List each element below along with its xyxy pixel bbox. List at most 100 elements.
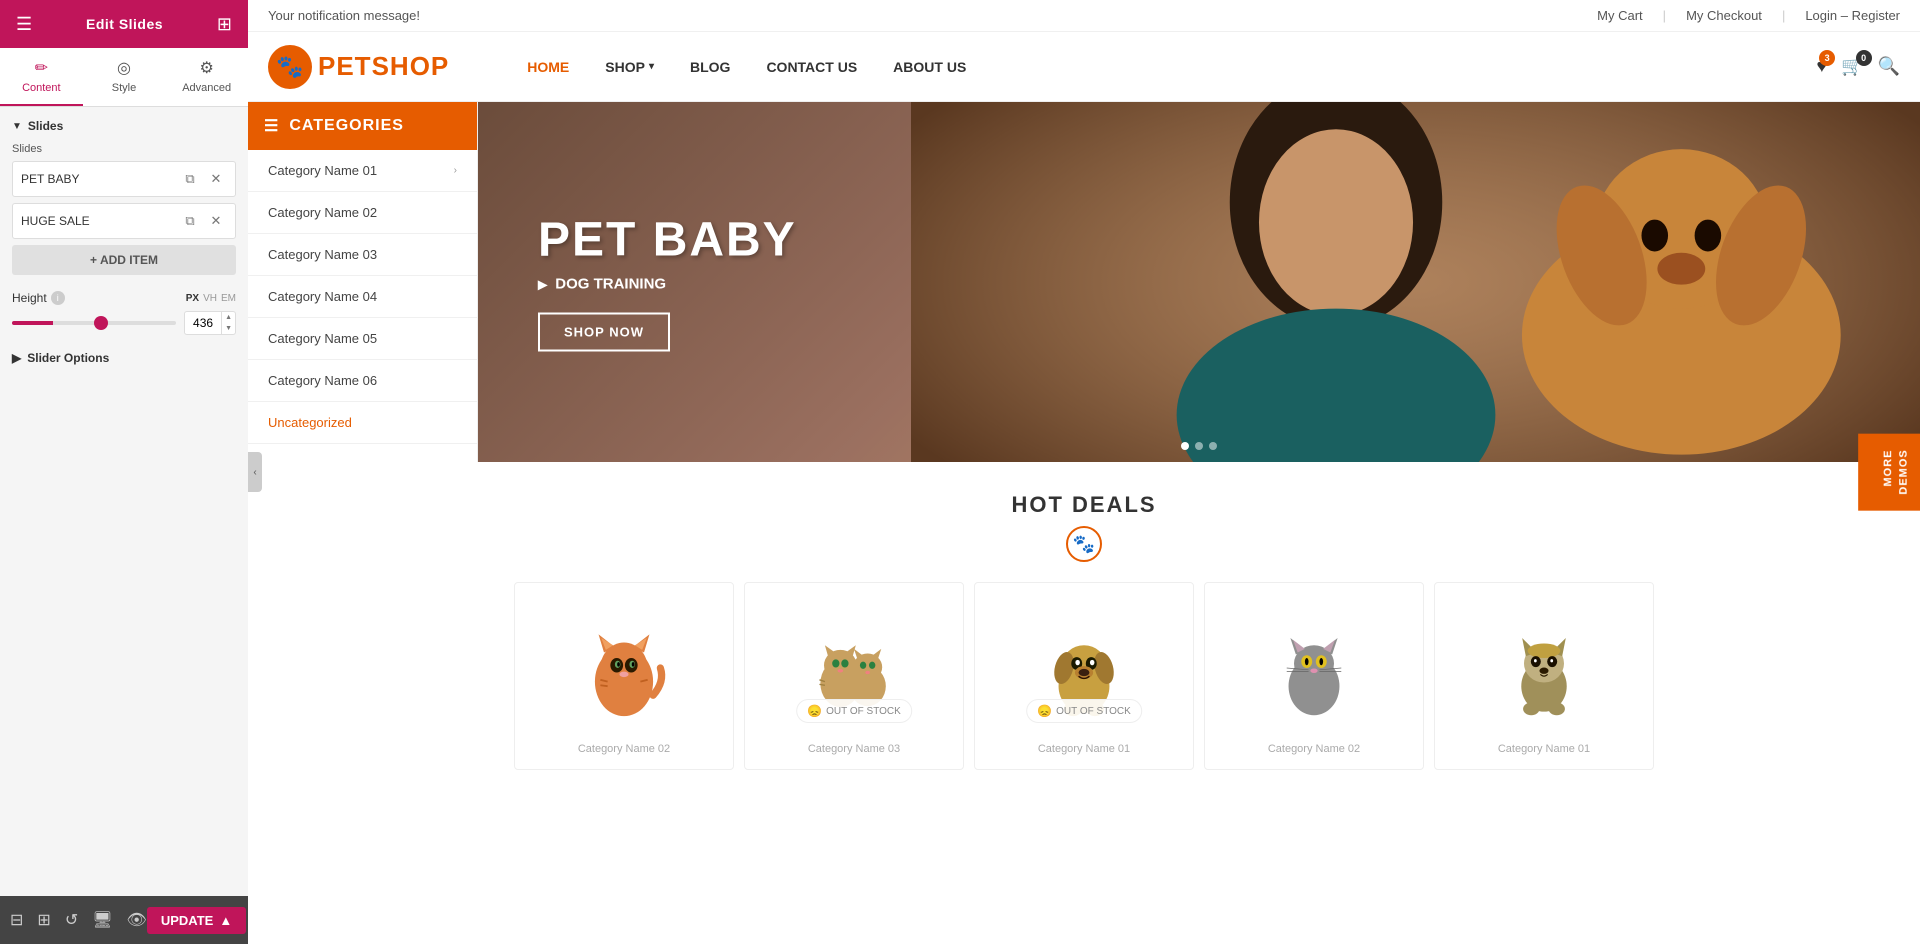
hero-dot-2[interactable]: [1195, 442, 1203, 450]
height-input-wrap: 436 ▲ ▼: [184, 311, 236, 335]
panel-title: Edit Slides: [86, 16, 163, 32]
hot-deals-title: HOT DEALS: [268, 492, 1900, 518]
product-card-4[interactable]: Category Name 02: [1204, 582, 1424, 770]
panel-header: ☰ Edit Slides ⊞: [0, 0, 248, 48]
shop-chevron-icon: ▾: [649, 61, 654, 72]
wishlist-icon[interactable]: ♥ 3: [1816, 56, 1827, 77]
category-item-6[interactable]: Category Name 06: [248, 360, 477, 402]
hero-dot-3[interactable]: [1209, 442, 1217, 450]
height-input[interactable]: 436: [185, 313, 221, 333]
slide-item-2-name: HUGE SALE: [21, 214, 179, 228]
hero-banner: PET BABY DOG TRAINING SHOP NOW: [478, 102, 1920, 462]
eye-icon: ◎: [117, 58, 131, 78]
slide-2-delete-button[interactable]: ✕: [205, 210, 227, 232]
cat1-chevron-icon: ›: [454, 165, 457, 176]
tab-content[interactable]: ✏ Content: [0, 48, 83, 106]
pencil-icon: ✏: [35, 58, 48, 78]
collapse-arrow-icon: ▼: [12, 121, 22, 132]
left-panel: ☰ Edit Slides ⊞ ✏ Content ◎ Style ⚙ Adva…: [0, 0, 248, 944]
tab-advanced[interactable]: ⚙ Advanced: [165, 48, 248, 106]
oos-face-icon-2: 😞: [807, 704, 822, 718]
product-card-3[interactable]: 😞 OUT OF STOCK Category Name 01: [974, 582, 1194, 770]
out-of-stock-2: 😞 OUT OF STOCK: [796, 699, 912, 723]
my-checkout-link[interactable]: My Checkout: [1686, 8, 1762, 23]
categories-title: CATEGORIES: [289, 117, 404, 135]
product-img-5: [1445, 603, 1643, 733]
logo[interactable]: 🐾 PETSHOP: [268, 45, 449, 89]
unit-px[interactable]: PX: [186, 293, 199, 304]
update-button[interactable]: UPDATE ▲: [147, 907, 246, 934]
slide-item-1-name: PET BABY: [21, 172, 179, 186]
grid-icon[interactable]: ⊞: [217, 14, 232, 35]
stack-icon[interactable]: ⊞: [37, 910, 50, 930]
nav-icons: ♥ 3 🛒 0 🔍: [1816, 56, 1900, 77]
product-4-category: Category Name 02: [1215, 743, 1413, 755]
height-info-icon: i: [51, 291, 65, 305]
nav-link-home[interactable]: HOME: [509, 32, 587, 102]
hero-section: ☰ CATEGORIES Category Name 01 › Category…: [248, 102, 1920, 462]
category-item-3[interactable]: Category Name 03: [248, 234, 477, 276]
slides-label: Slides: [12, 143, 236, 155]
unit-em[interactable]: EM: [221, 293, 236, 304]
out-of-stock-3: 😞 OUT OF STOCK: [1026, 699, 1142, 723]
nav-link-shop[interactable]: SHOP ▾: [587, 32, 672, 102]
slider-options-header[interactable]: ▶ Slider Options: [12, 351, 236, 365]
category-item-5[interactable]: Category Name 05: [248, 318, 477, 360]
height-units: PX VH EM: [186, 293, 236, 304]
hot-deals-paw-icon: 🐾: [1066, 526, 1102, 562]
layers-icon[interactable]: ⊟: [10, 910, 23, 930]
preview-icon[interactable]: 👁: [127, 910, 147, 930]
logo-paw-icon: 🐾: [268, 45, 312, 89]
products-grid: Category Name 02: [268, 582, 1900, 770]
hero-dot-1[interactable]: [1181, 442, 1189, 450]
more-demos-button[interactable]: MORE DEMOS: [1858, 433, 1920, 510]
product-card-2[interactable]: 😞 OUT OF STOCK Category Name 03: [744, 582, 964, 770]
nav-link-blog[interactable]: BLOG: [672, 32, 748, 102]
product-card-5[interactable]: Category Name 01: [1434, 582, 1654, 770]
product-img-3: 😞 OUT OF STOCK: [985, 603, 1183, 733]
slides-section-header[interactable]: ▼ Slides: [12, 119, 236, 133]
slide-2-duplicate-button[interactable]: ⧉: [179, 210, 201, 232]
history-icon[interactable]: ↺: [65, 910, 78, 930]
slide-item-2: HUGE SALE ⧉ ✕: [12, 203, 236, 239]
wishlist-badge: 3: [1819, 50, 1835, 66]
category-item-2[interactable]: Category Name 02: [248, 192, 477, 234]
height-slider[interactable]: [12, 321, 176, 325]
nav-link-contact[interactable]: CONTACT US: [748, 32, 875, 102]
login-register-link[interactable]: Login – Register: [1805, 8, 1900, 23]
category-item-1[interactable]: Category Name 01 ›: [248, 150, 477, 192]
product-5-category: Category Name 01: [1445, 743, 1643, 755]
product-3-category: Category Name 01: [985, 743, 1183, 755]
product-img-2: 😞 OUT OF STOCK: [755, 603, 953, 733]
nav-links: HOME SHOP ▾ BLOG CONTACT US ABOUT US: [509, 32, 1816, 102]
hamburger-icon[interactable]: ☰: [16, 14, 32, 35]
cart-icon[interactable]: 🛒 0: [1841, 56, 1863, 77]
add-item-button[interactable]: + ADD ITEM: [12, 245, 236, 275]
hero-shop-button[interactable]: SHOP NOW: [538, 313, 670, 352]
category-item-uncategorized[interactable]: Uncategorized: [248, 402, 477, 444]
hero-content: PET BABY DOG TRAINING SHOP NOW: [538, 213, 797, 352]
hero-portrait-area: [911, 102, 1920, 462]
unit-vh[interactable]: VH: [203, 293, 217, 304]
slides-section-title: Slides: [28, 119, 63, 133]
slide-1-duplicate-button[interactable]: ⧉: [179, 168, 201, 190]
slide-1-delete-button[interactable]: ✕: [205, 168, 227, 190]
desktop-icon[interactable]: 🖥: [92, 910, 112, 930]
my-cart-link[interactable]: My Cart: [1597, 8, 1643, 23]
tab-style[interactable]: ◎ Style: [83, 48, 166, 106]
notif-sep-1: |: [1663, 8, 1666, 23]
panel-footer: ⊟ ⊞ ↺ 🖥 👁 UPDATE ▲: [0, 896, 248, 944]
category-item-4[interactable]: Category Name 04: [248, 276, 477, 318]
search-icon[interactable]: 🔍: [1878, 56, 1900, 77]
height-spin-up[interactable]: ▲: [222, 312, 235, 323]
update-chevron-icon: ▲: [219, 913, 232, 928]
height-spin-down[interactable]: ▼: [222, 323, 235, 334]
product-card-1[interactable]: Category Name 02: [514, 582, 734, 770]
notification-message: Your notification message!: [268, 8, 420, 23]
categories-hamburger-icon: ☰: [264, 116, 279, 136]
slider-options-label: Slider Options: [27, 351, 109, 365]
panel-collapse-handle[interactable]: ‹: [248, 452, 262, 492]
panel-content: ▼ Slides Slides PET BABY ⧉ ✕ HUGE SALE ⧉…: [0, 107, 248, 896]
product-img-4: [1215, 603, 1413, 733]
nav-link-about[interactable]: ABOUT US: [875, 32, 984, 102]
